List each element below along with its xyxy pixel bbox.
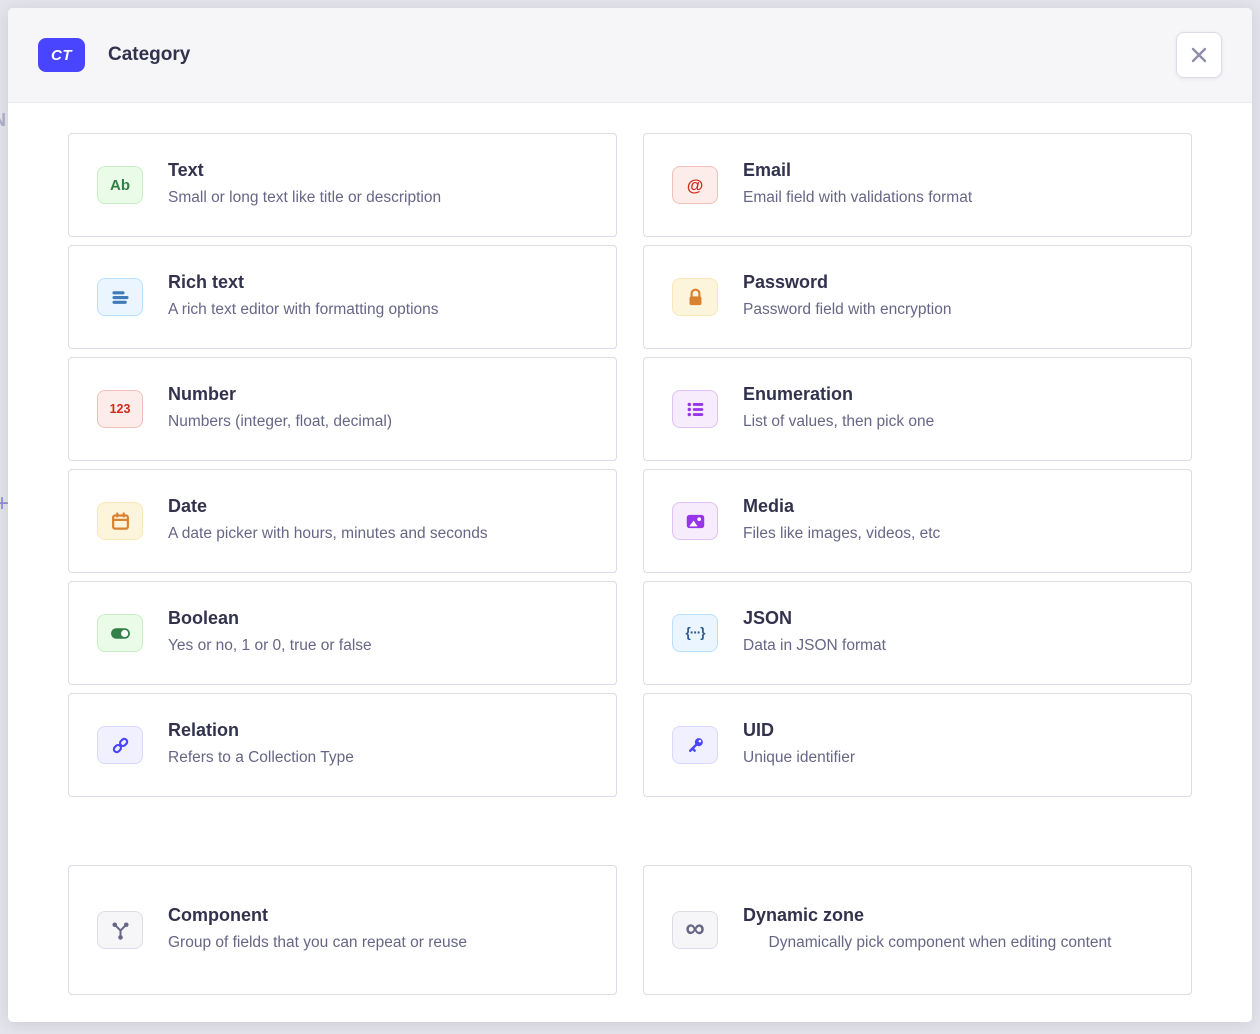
field-title: Text xyxy=(168,160,588,181)
field-description: Small or long text like title or descrip… xyxy=(168,186,588,209)
field-description: Yes or no, 1 or 0, true or false xyxy=(168,634,588,657)
field-title: Password xyxy=(743,272,1163,293)
field-title: UID xyxy=(743,720,1163,741)
field-description: A date picker with hours, minutes and se… xyxy=(168,522,588,545)
field-title: Component xyxy=(168,905,588,926)
field-card-rich-text[interactable]: Rich text A rich text editor with format… xyxy=(68,245,617,349)
calendar-icon xyxy=(109,510,132,533)
field-description: Data in JSON format xyxy=(743,634,1163,657)
field-title: Number xyxy=(168,384,588,405)
chain-link-icon xyxy=(97,726,143,764)
field-title: Enumeration xyxy=(743,384,1163,405)
lock-icon xyxy=(672,278,718,316)
field-title: JSON xyxy=(743,608,1163,629)
field-title: Media xyxy=(743,496,1163,517)
modal-body: Ab Text Small or long text like title or… xyxy=(8,103,1252,995)
field-title: Date xyxy=(168,496,588,517)
field-description: Dynamically pick component when editing … xyxy=(743,931,1163,954)
field-description: A rich text editor with formatting optio… xyxy=(168,298,588,321)
field-description: Email field with validations format xyxy=(743,186,1163,209)
field-title: Boolean xyxy=(168,608,588,629)
field-title: Rich text xyxy=(168,272,588,293)
image-icon xyxy=(684,510,707,533)
advanced-field-grid: Component Group of fields that you can r… xyxy=(68,865,1192,995)
field-title: Relation xyxy=(168,720,588,741)
close-button[interactable] xyxy=(1176,32,1222,78)
field-card-relation[interactable]: Relation Refers to a Collection Type xyxy=(68,693,617,797)
branch-icon xyxy=(97,911,143,949)
bullet-list-icon xyxy=(684,398,707,421)
json-braces-icon: {···} xyxy=(672,614,718,652)
field-type-grid: Ab Text Small or long text like title or… xyxy=(68,133,1192,797)
background-text-fragment: N xyxy=(0,110,6,131)
rich-text-lines-icon xyxy=(97,278,143,316)
toggle-icon xyxy=(109,622,132,645)
field-card-enumeration[interactable]: Enumeration List of values, then pick on… xyxy=(643,357,1192,461)
close-icon xyxy=(1189,45,1209,65)
bullet-list-icon xyxy=(672,390,718,428)
rich-text-lines-icon xyxy=(109,286,132,309)
lock-icon xyxy=(684,286,707,309)
field-card-email[interactable]: @ Email Email field with validations for… xyxy=(643,133,1192,237)
number-123-icon: 123 xyxy=(97,390,143,428)
field-card-json[interactable]: {···} JSON Data in JSON format xyxy=(643,581,1192,685)
field-type-modal: CT Category Ab Text Small or long text l… xyxy=(8,8,1252,1022)
image-icon xyxy=(672,502,718,540)
field-description: Refers to a Collection Type xyxy=(168,746,588,769)
field-card-dynamic-zone[interactable]: ∞ Dynamic zone Dynamically pick componen… xyxy=(643,865,1192,995)
chain-link-icon xyxy=(109,734,132,757)
field-card-component[interactable]: Component Group of fields that you can r… xyxy=(68,865,617,995)
toggle-icon xyxy=(97,614,143,652)
field-card-text[interactable]: Ab Text Small or long text like title or… xyxy=(68,133,617,237)
modal-header: CT Category xyxy=(8,8,1252,103)
field-title: Dynamic zone xyxy=(743,905,1163,926)
field-card-uid[interactable]: UID Unique identifier xyxy=(643,693,1192,797)
field-card-password[interactable]: Password Password field with encryption xyxy=(643,245,1192,349)
branch-icon xyxy=(109,919,132,942)
field-card-date[interactable]: Date A date picker with hours, minutes a… xyxy=(68,469,617,573)
field-card-media[interactable]: Media Files like images, videos, etc xyxy=(643,469,1192,573)
content-type-badge: CT xyxy=(38,38,85,72)
field-card-boolean[interactable]: Boolean Yes or no, 1 or 0, true or false xyxy=(68,581,617,685)
key-icon xyxy=(684,734,707,757)
key-icon xyxy=(672,726,718,764)
at-sign-icon: @ xyxy=(672,166,718,204)
ab-text-icon: Ab xyxy=(97,166,143,204)
field-title: Email xyxy=(743,160,1163,181)
infinity-icon: ∞ xyxy=(672,911,718,949)
field-description: List of values, then pick one xyxy=(743,410,1163,433)
modal-title: Category xyxy=(108,44,190,66)
field-description: Unique identifier xyxy=(743,746,1163,769)
field-card-number[interactable]: 123 Number Numbers (integer, float, deci… xyxy=(68,357,617,461)
field-description: Numbers (integer, float, decimal) xyxy=(168,410,588,433)
field-description: Group of fields that you can repeat or r… xyxy=(168,931,588,954)
field-description: Files like images, videos, etc xyxy=(743,522,1163,545)
field-description: Password field with encryption xyxy=(743,298,1163,321)
calendar-icon xyxy=(97,502,143,540)
